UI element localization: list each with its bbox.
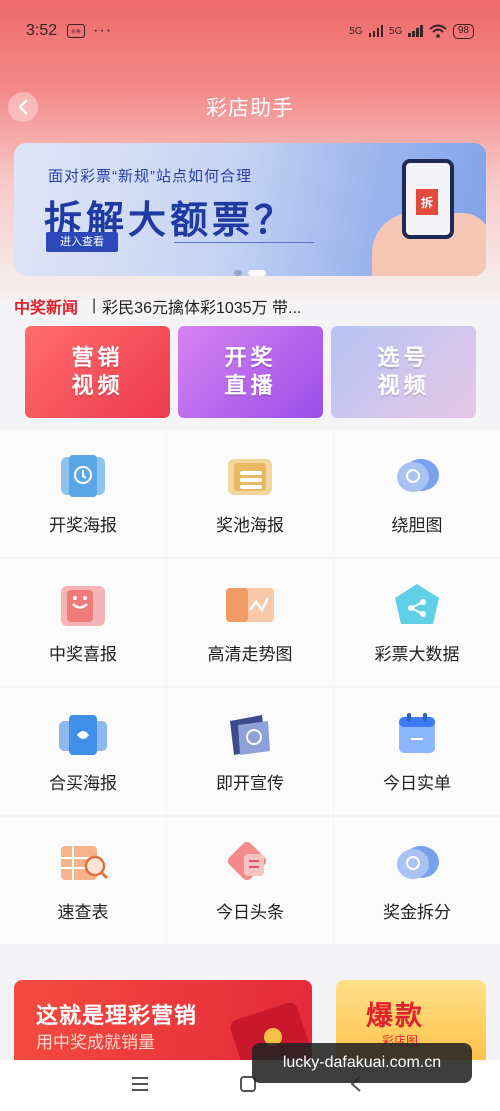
group-buy-icon [59, 715, 107, 755]
navigation-bar: 彩店助手 [0, 84, 500, 130]
tool-quick-lookup-table[interactable]: 速查表 [0, 817, 166, 944]
tools-grid: 开奖海报 奖池海报 绕胆图 中奖喜报 高清走势图 彩票大数据 合买海报 即开宣传… [0, 430, 500, 944]
battery-indicator: 98 [452, 23, 474, 39]
tool-group-buy-poster[interactable]: 合买海报 [0, 688, 166, 815]
tool-today-real-tickets[interactable]: 今日实单 [334, 688, 500, 815]
smile-card-icon [61, 586, 105, 626]
signal-icon-2 [408, 25, 423, 37]
tool-label: 奖池海报 [216, 516, 284, 535]
wifi-icon [429, 24, 447, 38]
status-time: 3:52 [26, 22, 58, 39]
promo-title: 爆款 [366, 1001, 424, 1031]
marketing-video-card[interactable]: 营销视频 [25, 326, 170, 418]
page-title: 彩店助手 [206, 97, 294, 120]
menu-icon [132, 1077, 148, 1091]
instant-ticket-icon [230, 715, 270, 755]
menu-button[interactable] [128, 1072, 152, 1096]
promo-banner[interactable]: 面对彩票“新规”站点如何合理 拆解大额票？ 进入查看 拆 [14, 143, 486, 276]
status-bar: 3:52 头条 ··· 5G 5G 98 [0, 0, 500, 62]
tool-lottery-big-data[interactable]: 彩票大数据 [334, 559, 500, 686]
coin-stack-icon [228, 459, 272, 495]
tool-label: 绕胆图 [391, 516, 443, 535]
tool-label: 高清走势图 [207, 645, 293, 664]
site-watermark: lucky-dafakuai.com.cn [252, 1043, 472, 1083]
promo-subtitle: 用中奖成就销量 [36, 1033, 155, 1052]
tool-hd-trend-chart[interactable]: 高清走势图 [167, 559, 333, 686]
calendar-icon [399, 713, 435, 753]
split-bubble-icon [397, 846, 439, 879]
feature-label: 选号视频 [377, 345, 430, 398]
chevron-left-icon [18, 99, 28, 115]
more-notifications-icon: ··· [93, 22, 113, 39]
feature-label: 开奖直播 [224, 345, 277, 398]
network-label-2: 5G [389, 25, 403, 37]
tool-label: 中奖喜报 [49, 645, 117, 664]
news-headline[interactable]: 彩民36元擒体彩1035万 带... [102, 294, 301, 318]
tool-today-headlines[interactable]: 今日头条 [167, 817, 333, 944]
tool-label: 奖金拆分 [383, 903, 451, 922]
banner-subtitle: 面对彩票“新规”站点如何合理 [48, 168, 252, 185]
search-table-icon [61, 846, 109, 880]
news-ticker[interactable]: 中奖新闻 | 彩民36元擒体彩1035万 带... [14, 293, 486, 319]
carousel-dot-active[interactable] [248, 270, 266, 276]
promo-title: 这就是理彩营销 [36, 1003, 198, 1028]
number-pick-video-card[interactable]: 选号视频 [331, 326, 476, 418]
tool-jackpot-poster[interactable]: 奖池海报 [167, 430, 333, 557]
status-indicators: 5G 5G 98 [349, 23, 474, 39]
back-button[interactable] [8, 92, 38, 122]
notification-app-icon: 头条 [67, 24, 86, 38]
app-badge-text: 头条 [71, 28, 81, 34]
news-separator: | [92, 297, 97, 314]
feature-label: 营销视频 [71, 345, 124, 398]
tool-label: 开奖海报 [49, 516, 117, 535]
tool-label: 彩票大数据 [374, 645, 460, 664]
ticket-mark: 拆 [416, 189, 438, 215]
carousel-indicator[interactable] [14, 270, 486, 276]
live-draw-card[interactable]: 开奖直播 [178, 326, 323, 418]
phone-illustration: 拆 [402, 159, 454, 239]
tool-bold-chart[interactable]: 绕胆图 [334, 430, 500, 557]
banner-arrow-line [174, 242, 314, 243]
poster-icon [61, 455, 105, 497]
tool-label: 速查表 [57, 903, 109, 922]
news-label: 中奖新闻 [14, 300, 79, 317]
tool-label: 今日实单 [383, 774, 451, 793]
feature-cards: 营销视频 开奖直播 选号视频 [25, 326, 476, 418]
carousel-dot[interactable] [234, 270, 242, 276]
tool-prize-split[interactable]: 奖金拆分 [334, 817, 500, 944]
tool-draw-poster[interactable]: 开奖海报 [0, 430, 166, 557]
headline-icon [227, 841, 267, 881]
trend-chart-icon [226, 588, 274, 622]
signal-icon [368, 25, 384, 37]
tool-label: 合买海报 [49, 774, 117, 793]
tool-instant-promo[interactable]: 即开宣传 [167, 688, 333, 815]
tool-label: 今日头条 [216, 903, 284, 922]
network-label-1: 5G [349, 25, 363, 37]
data-share-icon [395, 584, 439, 624]
tool-win-announcement[interactable]: 中奖喜报 [0, 559, 166, 686]
chat-bubble-icon [397, 459, 439, 492]
tool-label: 即开宣传 [216, 774, 284, 793]
banner-view-button[interactable]: 进入查看 [46, 232, 118, 252]
